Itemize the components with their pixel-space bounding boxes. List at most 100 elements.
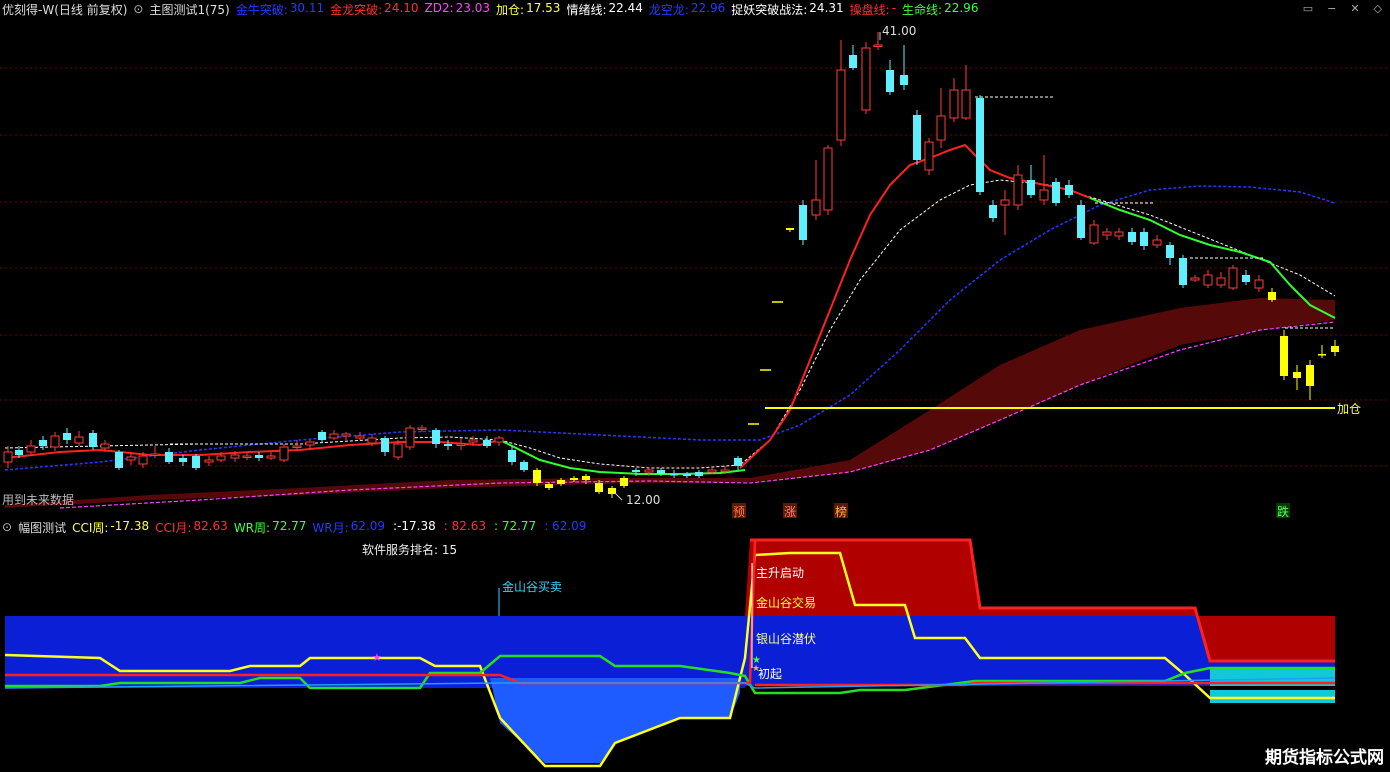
minus-icon[interactable]: − <box>1327 2 1336 15</box>
candle-body <box>417 427 427 430</box>
candle-body <box>545 484 553 488</box>
candle-body <box>165 452 173 462</box>
candle-body <box>1128 232 1136 242</box>
candle-body <box>836 69 846 141</box>
candle-body <box>192 456 200 468</box>
sub-indicator-item-value: 72.77 <box>272 518 307 533</box>
annotation-zhusheng: 主升启动 <box>756 566 805 580</box>
settings-circle-icon[interactable]: ⊙ <box>133 2 143 16</box>
candle-body <box>89 433 97 447</box>
sub-indicator-name[interactable]: 幅图测试 <box>18 519 66 536</box>
jiacang-label: 加仓 <box>1337 402 1362 416</box>
candle-body <box>266 455 276 459</box>
sub-indicator-item-value: :-17.38 <box>393 518 436 533</box>
main-indicator-item: 操盘线: - <box>850 1 896 18</box>
main-indicator-item-value: - <box>891 0 897 15</box>
settings-circle-icon[interactable]: ⊙ <box>2 520 12 534</box>
main-indicator-item: ZD2: 23.03 <box>425 1 491 18</box>
rank-value: 15 <box>441 543 458 557</box>
main-indicator-item-value: 17.53 <box>526 0 561 15</box>
candle-body <box>126 456 136 461</box>
main-indicator-item-label: 加仓: <box>496 2 525 17</box>
candle-body <box>432 430 440 444</box>
candle-body <box>989 205 997 218</box>
main-indicator-item-label: 龙空龙: <box>648 2 689 17</box>
main-indicator-item-label: 金牛突破: <box>235 2 288 17</box>
sub-indicator-item-label: WR月: <box>312 520 349 535</box>
close-icon[interactable]: ✕ <box>1350 2 1359 15</box>
candle-body <box>936 115 946 141</box>
candle-body <box>1203 274 1213 286</box>
candle-body <box>255 455 263 458</box>
sub-indicator-item: WR周: 72.77 <box>234 519 307 536</box>
candle-body <box>657 470 665 474</box>
main-indicator-name[interactable]: 主图测试1(75) <box>149 1 229 18</box>
sub-indicator-item-value: -17.38 <box>110 518 150 533</box>
main-indicator-item-label: 情绪线: <box>566 2 607 17</box>
main-indicator-item-value: 24.10 <box>384 0 419 15</box>
candle-body <box>318 432 326 440</box>
candle-body <box>204 459 214 463</box>
candle-body <box>1140 232 1148 246</box>
candle-body <box>242 455 252 458</box>
candle-body <box>695 472 703 476</box>
candle-body <box>961 89 971 119</box>
candle-body <box>924 141 934 171</box>
candle-body <box>456 443 466 446</box>
main-chart-panel[interactable]: 优刻得-W(日线 前复权) ⊙ 主图测试1(75) 金牛突破: 30.11 金龙突破… <box>0 0 1390 520</box>
candle-body <box>1228 267 1238 289</box>
candle-body <box>150 453 160 456</box>
candle-body <box>873 44 883 47</box>
main-indicator-item: 生命线: 22.96 <box>902 1 978 18</box>
sub-indicator-item: : 72.77 <box>492 519 536 536</box>
candle-body <box>533 470 541 483</box>
candle-body <box>1242 275 1250 282</box>
candle-body <box>3 451 13 463</box>
candle-body <box>1039 189 1049 201</box>
main-indicator-item: 捉妖突破战法: 24.31 <box>731 1 843 18</box>
candle-body <box>74 436 84 444</box>
sub-indicator-item-label: CCI月: <box>155 520 192 535</box>
candle-body <box>1331 346 1339 352</box>
sub-indicator-item: WR月: 62.09 <box>312 519 385 536</box>
annotation-jinshangu: 金山谷买卖 <box>502 580 563 594</box>
box-icon[interactable]: ▭ <box>1303 2 1313 15</box>
candle-body <box>1152 239 1162 246</box>
candle-body <box>468 439 478 443</box>
sub-chart-panel[interactable]: ★ ★ ★ ⊙ 幅图测试 CCI周: -17.38 CCI月: 82.63 WR周: 72… <box>0 518 1390 772</box>
sub-indicator-item-label: CCI周: <box>72 520 109 535</box>
sub-indicator-item-label: WR周: <box>233 520 271 535</box>
candle-body <box>823 147 833 211</box>
sub-indicator-item-value: : 62.09 <box>544 518 587 533</box>
candle-body <box>1306 365 1314 386</box>
watermark: 期货指标公式网 <box>1265 748 1384 768</box>
candle-body <box>355 435 365 439</box>
window-controls: ▭ − ✕ ◇ <box>1303 2 1382 15</box>
main-indicator-item-value: 23.03 <box>455 0 491 15</box>
svg-text:★: ★ <box>372 651 382 664</box>
candle-body <box>811 199 821 216</box>
candle-body <box>557 480 565 484</box>
candle-body <box>508 450 516 462</box>
sub-indicator-item-value: 82.63 <box>193 518 228 533</box>
candle-body <box>1114 231 1124 237</box>
candle-body <box>39 440 47 446</box>
candle-body <box>976 98 984 192</box>
diamond-icon[interactable]: ◇ <box>1374 2 1382 15</box>
candle-body <box>707 469 717 473</box>
main-indicator-item-label: 操盘线: <box>849 2 890 17</box>
annotation-qianfu: 银山谷潜伏 <box>756 632 817 646</box>
sub-indicator-item: : 62.09 <box>542 519 586 536</box>
high-price-label: 41.00 <box>882 24 917 38</box>
candle-body <box>683 474 691 476</box>
main-chart-canvas <box>0 32 1390 509</box>
candle-body <box>1166 245 1174 258</box>
candle-body <box>1254 279 1264 289</box>
candle-body <box>720 469 730 472</box>
main-indicator-item-label: 金龙突破: <box>330 2 383 17</box>
sub-indicator-item-value: : 82.63 <box>443 518 486 533</box>
candle-body <box>367 437 377 444</box>
cloud-band <box>5 298 1335 508</box>
candle-body <box>100 443 110 449</box>
stock-title[interactable]: 优刻得-W(日线 前复权) <box>2 1 127 18</box>
